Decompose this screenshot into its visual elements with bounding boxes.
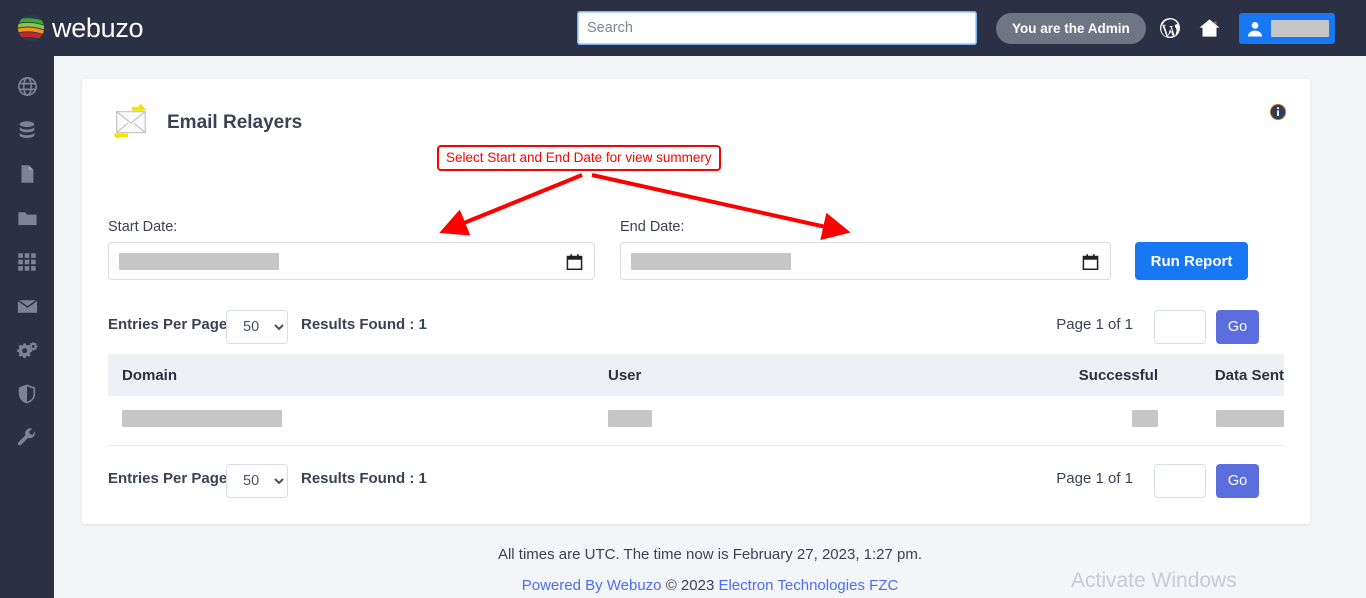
calendar-icon[interactable] bbox=[1082, 253, 1099, 271]
user-icon bbox=[1245, 19, 1265, 39]
entries-per-page-select-top[interactable]: 50 bbox=[226, 310, 288, 344]
home-icon[interactable] bbox=[1196, 15, 1222, 41]
username-redacted bbox=[1271, 20, 1329, 37]
sidebar-item-databases[interactable] bbox=[0, 108, 54, 152]
run-report-button[interactable]: Run Report bbox=[1135, 242, 1248, 280]
wrench-icon bbox=[16, 427, 38, 449]
cell-data-sent bbox=[1158, 410, 1284, 432]
powered-by-webuzo-link[interactable]: Powered By Webuzo bbox=[522, 577, 662, 594]
envelope-icon bbox=[16, 295, 39, 318]
go-button-top[interactable]: Go bbox=[1216, 310, 1259, 344]
relayers-table: Domain User Successful Data Sent bbox=[108, 354, 1284, 446]
sidebar-item-settings[interactable] bbox=[0, 328, 54, 372]
user-account-button[interactable] bbox=[1239, 13, 1335, 44]
info-icon[interactable] bbox=[1269, 103, 1287, 121]
email-relayers-card: Email Relayers Select Start and End Date… bbox=[82, 79, 1310, 524]
folder-icon bbox=[16, 207, 39, 230]
sidebar-item-folders[interactable] bbox=[0, 196, 54, 240]
entries-per-page-label-bottom: Entries Per Page bbox=[108, 470, 227, 487]
grid-apps-icon bbox=[16, 251, 38, 273]
calendar-icon[interactable] bbox=[566, 253, 583, 271]
database-icon bbox=[16, 119, 38, 141]
webuzo-sphere-logo-icon bbox=[16, 13, 46, 43]
start-date-field[interactable] bbox=[108, 242, 595, 280]
column-header-domain: Domain bbox=[108, 367, 608, 384]
results-found-bottom: Results Found : 1 bbox=[301, 470, 427, 487]
card-header: Email Relayers bbox=[107, 103, 302, 143]
activate-windows-watermark: Activate Windows bbox=[1071, 569, 1237, 593]
footer-copyright: © 2023 bbox=[662, 577, 719, 594]
go-button-bottom[interactable]: Go bbox=[1216, 464, 1259, 498]
successful-value-redacted bbox=[1132, 410, 1158, 427]
end-date-label: End Date: bbox=[620, 219, 685, 235]
search-input[interactable] bbox=[577, 11, 977, 45]
sidebar-item-files[interactable] bbox=[0, 152, 54, 196]
data-sent-value-redacted bbox=[1216, 410, 1284, 427]
brand-text: webuzo bbox=[52, 13, 143, 44]
brand[interactable]: webuzo bbox=[16, 13, 143, 44]
wordpress-icon[interactable] bbox=[1157, 15, 1183, 41]
sidebar-item-apps[interactable] bbox=[0, 240, 54, 284]
sidebar-item-domains[interactable] bbox=[0, 64, 54, 108]
table-row[interactable] bbox=[108, 396, 1284, 446]
column-header-data-sent: Data Sent bbox=[1158, 367, 1284, 384]
search-box[interactable] bbox=[577, 11, 977, 45]
entries-per-page-label: Entries Per Page bbox=[108, 316, 227, 333]
entries-per-page-select-bottom[interactable]: 50 bbox=[226, 464, 288, 498]
page-number-input-bottom[interactable] bbox=[1154, 464, 1206, 498]
annotation-callout: Select Start and End Date for view summe… bbox=[437, 145, 721, 171]
gears-icon bbox=[16, 339, 39, 362]
start-date-value-redacted bbox=[119, 253, 279, 270]
shield-icon bbox=[16, 383, 38, 405]
page-title: Email Relayers bbox=[167, 112, 302, 134]
company-link[interactable]: Electron Technologies FZC bbox=[718, 577, 898, 594]
column-header-user: User bbox=[608, 367, 938, 384]
user-value-redacted bbox=[608, 410, 652, 427]
cell-domain bbox=[108, 410, 608, 432]
sidebar-item-email[interactable] bbox=[0, 284, 54, 328]
sidebar-item-tools[interactable] bbox=[0, 416, 54, 460]
cell-successful bbox=[938, 410, 1158, 432]
admin-status-badge: You are the Admin bbox=[996, 13, 1146, 44]
results-found-top: Results Found : 1 bbox=[301, 316, 427, 333]
main-content: Email Relayers Select Start and End Date… bbox=[54, 56, 1366, 598]
start-date-label: Start Date: bbox=[108, 219, 177, 235]
page-number-input-top[interactable] bbox=[1154, 310, 1206, 344]
page-indicator-bottom: Page 1 of 1 bbox=[1056, 470, 1133, 487]
globe-icon bbox=[16, 75, 39, 98]
left-sidebar bbox=[0, 56, 54, 598]
footer-time-note: All times are UTC. The time now is Febru… bbox=[54, 540, 1366, 563]
sidebar-item-security[interactable] bbox=[0, 372, 54, 416]
email-relay-icon bbox=[107, 103, 153, 143]
pager-bottom: Entries Per Page 50 Results Found : 1 Pa… bbox=[82, 464, 1310, 498]
end-date-field[interactable] bbox=[620, 242, 1111, 280]
cell-user bbox=[608, 410, 938, 432]
pager-top: Entries Per Page 50 Results Found : 1 Pa… bbox=[82, 310, 1310, 344]
column-header-successful: Successful bbox=[938, 367, 1158, 384]
table-header-row: Domain User Successful Data Sent bbox=[108, 354, 1284, 396]
end-date-value-redacted bbox=[631, 253, 791, 270]
page-indicator-top: Page 1 of 1 bbox=[1056, 316, 1133, 333]
domain-value-redacted bbox=[122, 410, 282, 427]
top-header-bar: webuzo You are the Admin bbox=[0, 0, 1366, 56]
file-icon bbox=[16, 163, 38, 185]
